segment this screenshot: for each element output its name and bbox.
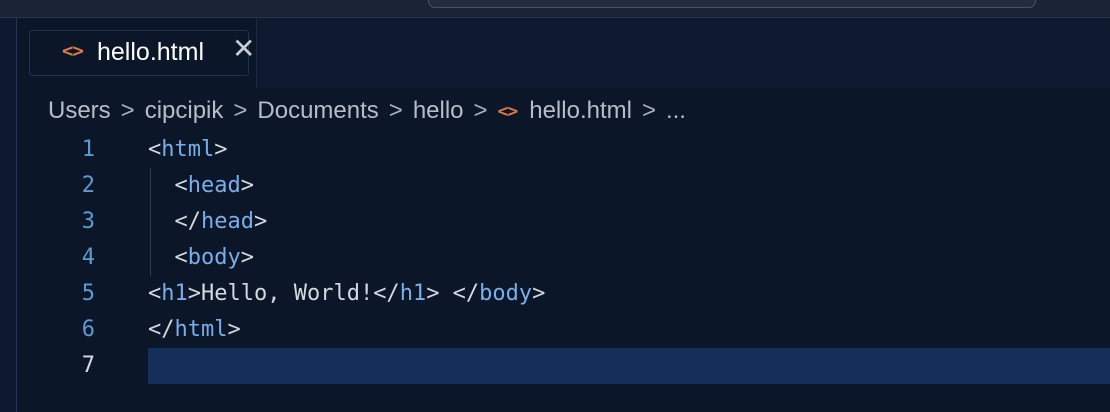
code-token: > [240, 245, 254, 270]
line-number: 1 [81, 137, 95, 162]
line-number: 3 [81, 209, 95, 234]
line-number: 6 [81, 317, 95, 342]
sidebar-edge [0, 18, 17, 412]
code-token: </ [148, 209, 201, 234]
code-line[interactable]: <head> [148, 168, 254, 204]
code-line[interactable]: <h1>Hello, World!</h1> </body> [148, 276, 545, 312]
chevron-right-icon: > [641, 97, 656, 124]
code-token: < [148, 281, 162, 306]
code-token: > [240, 173, 254, 198]
chevron-right-icon: > [120, 97, 135, 124]
tab-label: hello.html [97, 38, 204, 66]
code-brackets-icon: <> [497, 100, 519, 122]
tag-name-token: html [161, 137, 215, 162]
code-token: </ [373, 281, 400, 306]
tag-name-token: head [187, 173, 241, 198]
code-token: < [148, 173, 188, 198]
chevron-right-icon: > [388, 97, 403, 124]
tag-name-token: html [174, 317, 228, 342]
breadcrumb-item-hello-html[interactable]: hello.html [529, 97, 632, 125]
breadcrumb-item-users[interactable]: Users [48, 97, 111, 125]
breadcrumb-item-cipcipik[interactable]: cipcipik [145, 97, 224, 125]
code-line[interactable]: </head> [148, 204, 267, 240]
breadcrumb: Users > cipcipik > Documents > hello > <… [48, 95, 686, 127]
breadcrumb-item-hello[interactable]: hello [413, 97, 464, 125]
tag-name-token: h1 [399, 281, 427, 306]
tag-name-token: head [200, 209, 254, 234]
line-number: 7 [81, 353, 95, 378]
command-center-search[interactable] [428, 0, 1036, 8]
line-number: 4 [81, 245, 95, 270]
tab-hello-html[interactable]: <> hello.html ✕ [17, 18, 257, 88]
code-token: < [148, 137, 162, 162]
tag-name-token: h1 [161, 281, 188, 306]
code-token: > </ [426, 281, 480, 306]
chevron-right-icon: > [473, 97, 488, 124]
code-line[interactable]: </html> [148, 312, 241, 348]
code-editor-window: <> hello.html ✕ Users > cipcipik > Docum… [0, 0, 1110, 412]
tag-name-token: body [187, 245, 241, 270]
code-token: > [253, 209, 268, 234]
code-token: < [148, 245, 188, 270]
title-bar [0, 0, 1110, 18]
code-token: > [227, 317, 241, 342]
code-brackets-icon: <> [62, 40, 84, 62]
code-token: Hello, World! [201, 281, 374, 306]
line-number: 2 [81, 173, 95, 198]
tag-name-token: body [479, 281, 533, 306]
chevron-right-icon: > [233, 97, 248, 124]
line-number: 5 [81, 281, 95, 306]
code-token: > [214, 137, 228, 162]
close-icon[interactable]: ✕ [232, 35, 255, 63]
code-token: </ [148, 317, 175, 342]
code-line[interactable]: <html> [148, 132, 227, 168]
breadcrumb-item-documents[interactable]: Documents [257, 97, 378, 125]
code-token: > [187, 281, 201, 306]
code-token: > [532, 281, 546, 306]
current-line-highlight [148, 348, 1110, 384]
code-line[interactable]: <body> [148, 240, 254, 276]
breadcrumb-item-symbols[interactable]: ... [666, 97, 686, 125]
